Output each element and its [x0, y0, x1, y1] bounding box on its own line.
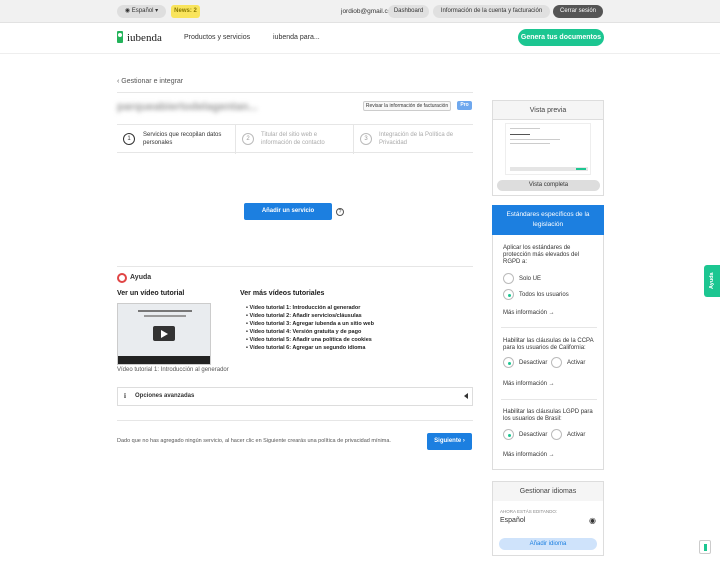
plan-badge: Pro — [457, 101, 472, 110]
site-name: parqueabiertodelagentan... — [117, 101, 258, 113]
advanced-options-label: Opciones avanzadas — [135, 393, 195, 399]
iubenda-logo-icon[interactable] — [117, 31, 123, 43]
divider — [117, 266, 473, 267]
divider — [117, 92, 473, 93]
editing-language: Español — [500, 517, 526, 524]
radio-lgpd-desactivar[interactable] — [503, 429, 514, 440]
divider — [235, 125, 236, 154]
play-icon[interactable] — [153, 326, 175, 341]
language-selector[interactable]: ◉ Español ▾ — [117, 5, 166, 18]
step-number: 3 — [360, 133, 372, 145]
tutorial-link[interactable]: Vídeo tutorial 3: Agregar iubenda a un s… — [246, 320, 373, 328]
divider — [353, 125, 354, 154]
step-number: 1 — [123, 133, 135, 145]
ccpa-question: Habilitar las cláusulas de la CCPA para … — [503, 338, 594, 351]
advanced-options-toggle[interactable]: i Opciones avanzadas — [117, 387, 473, 406]
account-billing-button[interactable]: Información de la cuenta y facturación — [433, 5, 550, 18]
standards-title: Estándares específicos de la legislación — [492, 205, 604, 235]
iubenda-widget-icon[interactable] — [699, 540, 711, 554]
full-view-button[interactable]: Vista completa — [497, 180, 600, 191]
breadcrumb[interactable]: ‹ Gestionar e integrar — [117, 78, 183, 85]
globe-icon: ◉ — [124, 8, 132, 14]
step-number: 2 — [242, 133, 254, 145]
preview-thumbnail[interactable] — [505, 123, 591, 175]
radio-ccpa-activar[interactable] — [551, 357, 562, 368]
radio-label: Desactivar — [519, 432, 548, 438]
radio-lgpd-activar[interactable] — [551, 429, 562, 440]
add-language-button[interactable]: Añadir idioma — [499, 538, 597, 550]
languages-panel: Gestionar idiomas — [492, 481, 604, 501]
review-billing-button[interactable]: Revisar la información de facturación — [363, 101, 451, 111]
help-title: Ayuda — [130, 274, 152, 281]
radio-label: Activar — [567, 432, 586, 438]
tutorial-link[interactable]: Vídeo tutorial 4: Versión gratuita y de … — [246, 328, 374, 336]
radio-solo-ue[interactable] — [503, 273, 514, 284]
tutorial-link[interactable]: Vídeo tutorial 6: Agregar un segundo idi… — [246, 344, 374, 352]
more-info-link[interactable]: Más información → — [503, 452, 555, 458]
step-label[interactable]: Servicios que recopilan datos personales — [143, 131, 231, 147]
radio-label: Todos los usuarios — [519, 292, 569, 298]
logo-text[interactable]: iubenda — [127, 32, 162, 44]
lgpd-question: Habilitar las cláusulas LGPD para los us… — [503, 409, 593, 422]
video-thumbnail[interactable] — [117, 303, 211, 365]
preview-panel: Vista previa Vista completa — [492, 100, 604, 196]
dashboard-button[interactable]: Dashboard — [388, 5, 429, 18]
chevron-down-icon: ▾ — [153, 8, 159, 14]
caret-left-icon — [464, 393, 468, 399]
footer-note: Dado que no has agregado ningún servicio… — [117, 438, 391, 444]
tutorial-link[interactable]: Vídeo tutorial 2: Añadir servicios/cláus… — [246, 312, 374, 320]
radio-label: Desactivar — [519, 360, 548, 366]
preview-title: Vista previa — [493, 101, 603, 120]
watch-video-heading: Ver un vídeo tutorial — [117, 290, 185, 297]
help-side-tab[interactable]: Ayuda — [704, 265, 720, 297]
eye-icon[interactable]: ◉ — [589, 516, 596, 525]
next-button[interactable]: Siguiente › — [427, 433, 472, 450]
add-service-button[interactable]: Añadir un servicio — [244, 203, 332, 220]
more-videos-heading: Ver más vídeos tutoriales — [240, 290, 325, 297]
divider — [117, 420, 473, 421]
news-badge[interactable]: News: 2 — [171, 5, 200, 18]
tutorial-list: Vídeo tutorial 1: Introducción al genera… — [246, 304, 374, 352]
editing-label: AHORA ESTÁS EDITANDO: — [500, 509, 558, 514]
radio-ccpa-desactivar[interactable] — [503, 357, 514, 368]
standards-panel: Aplicar los estándares de protección más… — [492, 235, 604, 470]
divider — [501, 327, 597, 328]
languages-body: AHORA ESTÁS EDITANDO: Español ◉ Añadir i… — [492, 501, 604, 556]
radio-label: Activar — [567, 360, 586, 366]
video-caption: Vídeo tutorial 1: Introducción al genera… — [117, 367, 229, 373]
gdpr-question: Aplicar los estándares de protección más… — [503, 245, 580, 265]
more-info-link[interactable]: Más información → — [503, 381, 555, 387]
logout-button[interactable]: Cerrar sesión — [553, 5, 603, 18]
divider — [501, 399, 597, 400]
more-info-link[interactable]: Más información → — [503, 310, 555, 316]
help-question-icon[interactable]: ? — [336, 208, 344, 216]
nav-products[interactable]: Productos y servicios — [184, 34, 250, 41]
step-label[interactable]: Integración de la Política de Privacidad — [379, 131, 467, 147]
tutorial-link[interactable]: Vídeo tutorial 5: Añadir una política de… — [246, 336, 374, 344]
top-bar: ◉ Español ▾ News: 2 jordiob@gmail.com Da… — [0, 0, 720, 23]
step-label[interactable]: Titular del sitio web e información de c… — [261, 131, 349, 147]
main-nav — [0, 23, 720, 54]
radio-label: Solo UE — [519, 276, 542, 282]
radio-todos-usuarios[interactable] — [503, 289, 514, 300]
tutorial-link[interactable]: Vídeo tutorial 1: Introducción al genera… — [246, 304, 374, 312]
lifebuoy-icon — [117, 273, 127, 283]
info-icon: i — [124, 392, 126, 400]
languages-title: Gestionar idiomas — [493, 482, 603, 501]
generate-documents-button[interactable]: Genera tus documentos — [518, 29, 604, 46]
steps-bar: 1 Servicios que recopilan datos personal… — [117, 124, 473, 154]
nav-iubenda-for[interactable]: iubenda para... — [273, 34, 320, 41]
